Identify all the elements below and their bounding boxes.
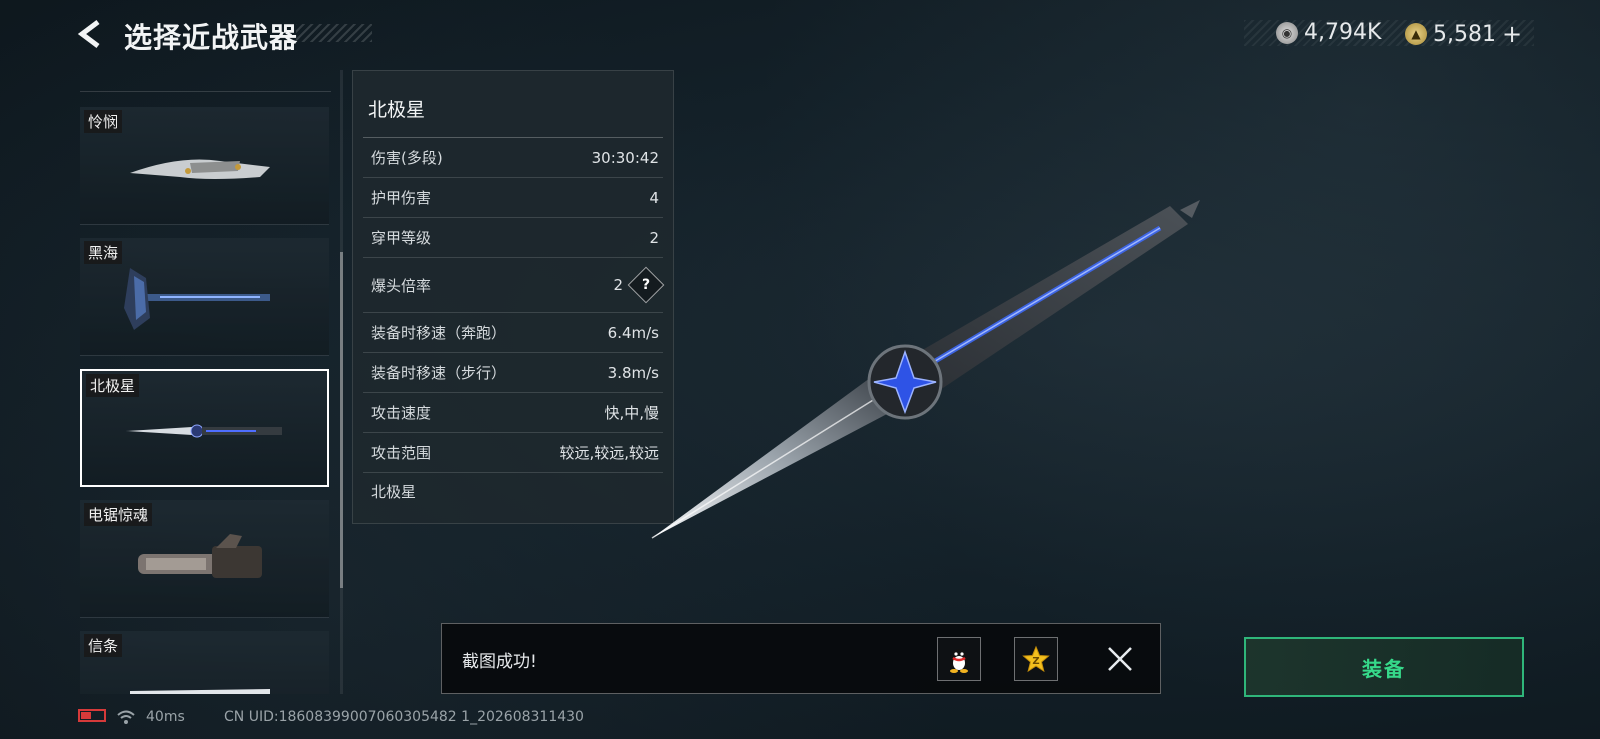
user-uid: CN UID:18608399007060305482 1_2026083114… bbox=[224, 709, 584, 725]
weapon-card-black-sea[interactable]: 黑海 bbox=[80, 238, 329, 356]
silver-amount: 4,794K bbox=[1304, 20, 1382, 45]
stat-row-armor-damage: 护甲伤害 4 bbox=[363, 178, 663, 218]
weapon-stats-panel: 北极星 伤害(多段) 30:30:42 护甲伤害 4 穿甲等级 2 爆头倍率 2… bbox=[352, 70, 674, 524]
ping-value: 40ms bbox=[146, 709, 185, 725]
axe-icon bbox=[124, 268, 270, 330]
weapon-name: 怜悯 bbox=[84, 110, 123, 133]
share-qq-button[interactable] bbox=[937, 637, 981, 681]
screenshot-toast: 截图成功! Z bbox=[441, 623, 1161, 694]
stat-row-walk-speed: 装备时移速（步行） 3.8m/s bbox=[363, 353, 663, 393]
gold-amount: 5,581 bbox=[1433, 21, 1496, 47]
stat-value: 2 bbox=[613, 276, 623, 294]
stat-row-damage: 伤害(多段) 30:30:42 bbox=[363, 138, 663, 178]
svg-text:Z: Z bbox=[1032, 656, 1039, 667]
battery-indicator bbox=[78, 709, 106, 722]
weapon-name: 信条 bbox=[84, 634, 123, 657]
stat-row-run-speed: 装备时移速（奔跑） 6.4m/s bbox=[363, 313, 663, 353]
weapon-card-polaris[interactable]: 北极星 bbox=[80, 369, 329, 487]
toast-message: 截图成功! bbox=[462, 652, 537, 672]
stat-label: 穿甲等级 bbox=[371, 229, 432, 247]
weapon-list[interactable]: 怜悯 黑海 北极星 电锯惊魂 信条 bbox=[80, 70, 331, 694]
weapon-card-chainsaw[interactable]: 电锯惊魂 bbox=[80, 500, 329, 618]
weapon-name: 黑海 bbox=[84, 241, 123, 264]
weapon-name: 电锯惊魂 bbox=[84, 503, 153, 526]
equip-button[interactable]: 装备 bbox=[1244, 637, 1524, 697]
silver-coin-icon: ◉ bbox=[1276, 21, 1298, 44]
close-icon bbox=[1108, 647, 1132, 671]
stat-label: 护甲伤害 bbox=[371, 189, 432, 207]
add-currency-button[interactable]: + bbox=[1502, 20, 1522, 48]
share-qzone-button[interactable]: Z bbox=[1014, 637, 1058, 681]
title-decoration bbox=[296, 24, 372, 42]
stat-value: 30:30:42 bbox=[591, 148, 659, 167]
weapon-card-mercy[interactable]: 怜悯 bbox=[80, 107, 329, 225]
wifi-icon bbox=[117, 710, 135, 724]
stat-row-attack-speed: 攻击速度 快,中,慢 bbox=[363, 393, 663, 433]
gold-currency[interactable]: ▲ 5,581 + bbox=[1405, 20, 1522, 48]
close-toast-button[interactable] bbox=[1103, 642, 1137, 676]
battery-icon bbox=[78, 709, 106, 722]
stat-row-attack-range: 攻击范围 较远,较远,较远 bbox=[363, 433, 663, 473]
qzone-star-icon: Z bbox=[1022, 645, 1050, 673]
blade-icon bbox=[130, 689, 270, 694]
stat-row-penetration: 穿甲等级 2 bbox=[363, 218, 663, 258]
qq-penguin-icon bbox=[950, 649, 968, 673]
list-scrollbar-thumb[interactable] bbox=[340, 252, 343, 588]
weapon-card-tenet[interactable]: 信条 bbox=[80, 631, 329, 694]
back-arrow-icon[interactable] bbox=[76, 18, 108, 50]
chainsaw-icon bbox=[138, 534, 262, 578]
stat-label: 伤害(多段) bbox=[371, 149, 443, 167]
panel-title: 北极星 bbox=[368, 99, 426, 121]
gold-coin-icon: ▲ bbox=[1405, 23, 1427, 45]
dagger-icon bbox=[126, 424, 282, 438]
page-title: 选择近战武器 bbox=[124, 21, 299, 54]
stat-label: 攻击范围 bbox=[371, 444, 432, 462]
stat-label: 装备时移速（奔跑） bbox=[371, 324, 507, 342]
network-status: 40ms bbox=[116, 709, 185, 725]
stat-label: 爆头倍率 bbox=[371, 276, 432, 295]
weapon-description: 北极星 bbox=[371, 483, 417, 501]
weapon-preview-image bbox=[651, 200, 1200, 539]
knife-icon bbox=[130, 159, 270, 179]
stat-label: 攻击速度 bbox=[371, 404, 432, 422]
stat-row-headshot: 爆头倍率 2 ? bbox=[363, 258, 665, 313]
weapon-name: 北极星 bbox=[86, 374, 140, 397]
silver-currency: ◉ 4,794K bbox=[1276, 20, 1381, 45]
stat-label: 装备时移速（步行） bbox=[371, 364, 507, 382]
